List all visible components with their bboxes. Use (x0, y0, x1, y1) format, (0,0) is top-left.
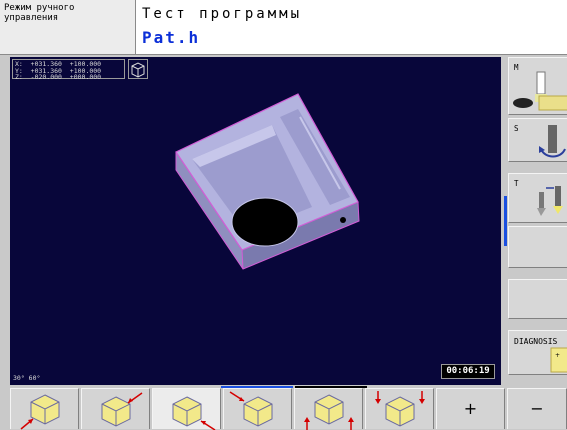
empty-softkey-2[interactable] (508, 279, 567, 319)
t-function-button[interactable]: T (508, 173, 567, 223)
view-front-left-button[interactable] (10, 388, 79, 430)
graphics-viewport[interactable]: X: +031.360 +100.000 Y: +031.360 +100.00… (10, 57, 501, 385)
view-angles: 30° 60° (13, 374, 41, 382)
workpiece-model (175, 93, 360, 270)
program-header: Тест программы Pat.h (136, 0, 567, 55)
mode-panel: Режим ручного управления (0, 0, 136, 55)
zoom-in-button[interactable]: + (436, 388, 505, 429)
view-top-down-icon (375, 391, 425, 427)
page-title: Тест программы (142, 6, 303, 22)
minus-label: − (530, 399, 544, 418)
zoom-out-button[interactable]: − (507, 388, 567, 429)
machining-timer: 00:06:19 (441, 364, 495, 379)
empty-softkey-1[interactable] (508, 226, 567, 268)
tool-change-icon (537, 186, 563, 216)
view-bottom-up-icon (304, 394, 354, 430)
view-front-left-icon (20, 394, 60, 430)
diagnosis-button[interactable]: DIAGNOSIS + (508, 330, 567, 375)
plus-label: + (463, 399, 478, 418)
view-top-right-icon (101, 392, 143, 427)
spindle-icon (513, 71, 567, 111)
view-top-right-button[interactable] (81, 388, 150, 429)
view-top-left-icon (229, 391, 273, 427)
view-bottom-up-button[interactable] (294, 388, 363, 430)
view-bottom-right-button[interactable] (152, 388, 221, 430)
mode-label: Режим ручного управления (4, 3, 75, 23)
scroll-indicator[interactable] (504, 196, 507, 246)
svg-text:+: + (555, 352, 560, 359)
diagnosis-icon: + (550, 347, 567, 373)
view-bottom-right-icon (172, 396, 216, 430)
file-name: Pat.h (142, 28, 201, 47)
s-function-button[interactable]: S (508, 118, 567, 162)
view-top-down-button[interactable] (365, 388, 434, 429)
view-top-left-button[interactable] (223, 388, 292, 429)
m-function-button[interactable]: M (508, 57, 567, 115)
spindle-rotation-icon (539, 125, 566, 158)
